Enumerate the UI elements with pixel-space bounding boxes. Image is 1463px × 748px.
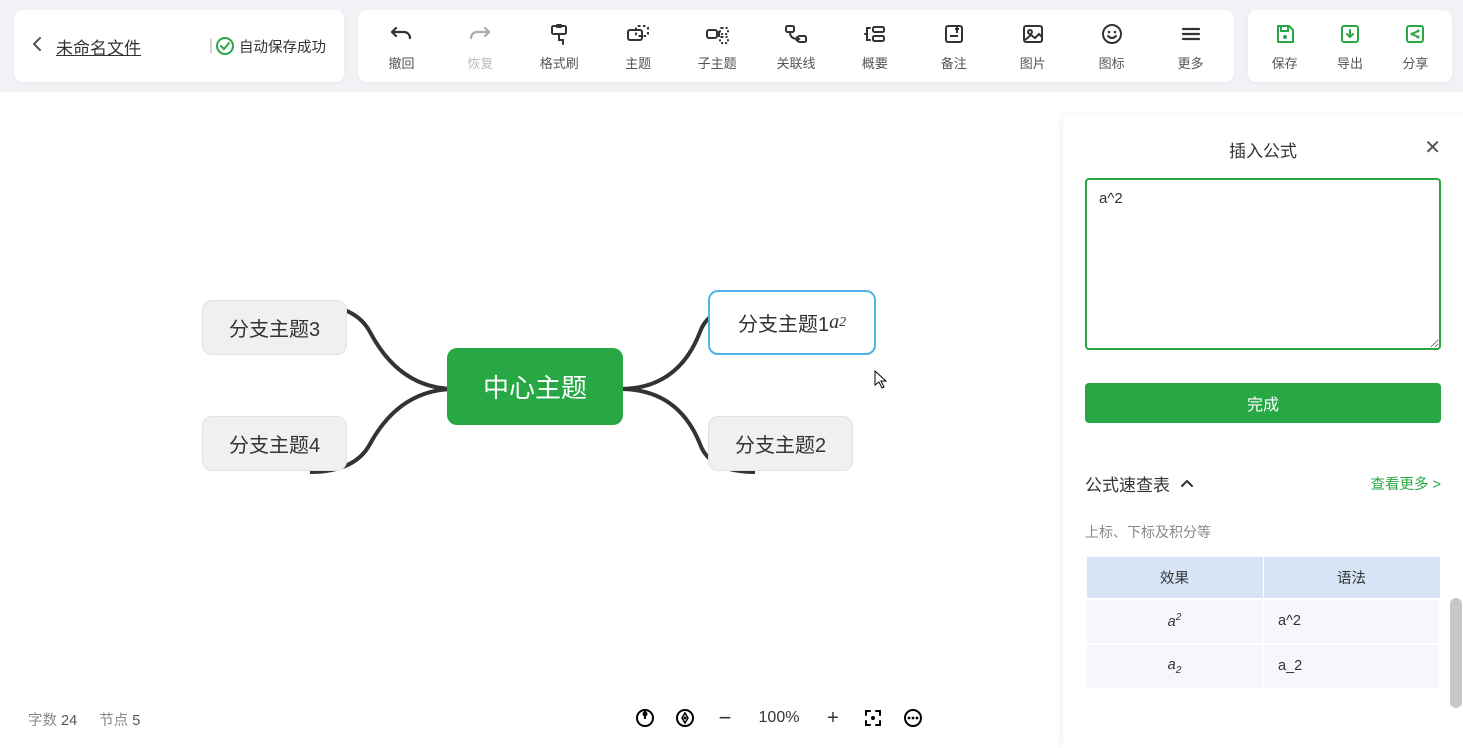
redo-icon	[467, 21, 493, 47]
reference-toggle[interactable]	[1180, 476, 1194, 492]
topic-button[interactable]: 主题	[604, 16, 672, 76]
autosave-label: 自动保存成功	[239, 36, 326, 57]
more-options-button[interactable]	[902, 707, 924, 729]
panel-title: 插入公式	[1229, 142, 1297, 161]
subtopic-icon	[704, 21, 730, 47]
undo-button[interactable]: 撤回	[367, 16, 435, 76]
summary-button[interactable]: 概要	[841, 16, 909, 76]
branch1-label: 分支主题1	[738, 308, 829, 337]
note-icon	[941, 21, 967, 47]
format-label: 格式刷	[540, 53, 579, 72]
reference-effect: a2	[1086, 599, 1263, 644]
format-button[interactable]: 格式刷	[525, 16, 593, 76]
center-topic-label: 中心主题	[483, 368, 587, 405]
redo-button: 恢复	[446, 16, 514, 76]
format-icon	[546, 21, 572, 47]
relation-button[interactable]: 关联线	[762, 16, 830, 76]
autosave-indicator: | 自动保存成功	[209, 36, 326, 57]
words-value: 24	[61, 713, 77, 729]
subtopic-button[interactable]: 子主题	[683, 16, 751, 76]
relation-label: 关联线	[776, 53, 815, 72]
branch1-formula-base: a	[829, 311, 839, 334]
formula-reference-table: 效果 语法 a2a^2a2a_2	[1085, 556, 1441, 688]
reference-row[interactable]: a2a^2	[1086, 599, 1440, 644]
col-syntax-header: 语法	[1263, 557, 1440, 600]
footer-stats: 字数 24 节点 5	[28, 709, 140, 730]
filename[interactable]: 未命名文件	[56, 34, 141, 59]
formula-reference-title: 公式速查表	[1085, 471, 1170, 496]
nodes-label: 节点	[99, 713, 128, 729]
icon-label: 图标	[1099, 53, 1125, 72]
branch4-node[interactable]: 分支主题4	[202, 416, 347, 471]
more-button[interactable]: 更多	[1157, 16, 1225, 76]
branch1-node[interactable]: 分支主题1a2	[708, 290, 876, 355]
reference-more-link[interactable]: 查看更多 >	[1371, 473, 1442, 494]
reference-effect: a2	[1086, 644, 1263, 688]
export-icon	[1337, 21, 1363, 47]
image-label: 图片	[1020, 53, 1046, 72]
col-effect-header: 效果	[1086, 557, 1263, 600]
icon-icon	[1099, 21, 1125, 47]
back-button[interactable]	[32, 36, 42, 57]
formula-panel: 插入公式 ✕ 完成 公式速查表 查看更多 > 上标、下标及积分等 效果 语法 a…	[1063, 115, 1463, 748]
more-icon	[1178, 21, 1204, 47]
icon-button[interactable]: 图标	[1078, 16, 1146, 76]
share-button[interactable]: 分享	[1383, 16, 1448, 76]
branch1-formula-sup: 2	[839, 315, 846, 331]
summary-label: 概要	[862, 53, 888, 72]
mouse-cursor-icon	[874, 370, 888, 390]
save-button[interactable]: 保存	[1252, 16, 1317, 76]
image-icon	[1020, 21, 1046, 47]
check-circle-icon	[215, 36, 235, 56]
zoom-level[interactable]: 100%	[754, 709, 804, 727]
summary-icon	[862, 21, 888, 47]
note-label: 备注	[941, 53, 967, 72]
relation-icon	[783, 21, 809, 47]
image-button[interactable]: 图片	[999, 16, 1067, 76]
redo-label: 恢复	[467, 53, 493, 72]
branch2-label: 分支主题2	[735, 429, 826, 458]
undo-icon	[388, 21, 414, 47]
branch2-node[interactable]: 分支主题2	[708, 416, 853, 471]
share-label: 分享	[1402, 53, 1428, 72]
panel-scrollbar[interactable]	[1450, 598, 1462, 708]
reference-subtitle: 上标、下标及积分等	[1085, 522, 1441, 542]
export-button[interactable]: 导出	[1317, 16, 1382, 76]
undo-label: 撤回	[388, 53, 414, 72]
formula-done-button[interactable]: 完成	[1085, 383, 1441, 423]
export-label: 导出	[1337, 53, 1363, 72]
save-icon	[1272, 21, 1298, 47]
compass-button[interactable]	[674, 707, 696, 729]
reference-syntax: a_2	[1263, 644, 1440, 688]
note-button[interactable]: 备注	[920, 16, 988, 76]
center-topic-node[interactable]: 中心主题	[447, 348, 623, 425]
branch3-label: 分支主题3	[229, 313, 320, 342]
fit-screen-button[interactable]	[862, 707, 884, 729]
zoom-in-button[interactable]: +	[822, 707, 844, 729]
words-label: 字数	[28, 713, 57, 729]
panel-close-button[interactable]: ✕	[1424, 135, 1441, 160]
zoom-out-button[interactable]: −	[714, 707, 736, 729]
share-icon	[1402, 21, 1428, 47]
more-label: 更多	[1178, 53, 1204, 72]
topic-label: 主题	[625, 53, 651, 72]
subtopic-label: 子主题	[698, 53, 737, 72]
branch4-label: 分支主题4	[229, 429, 320, 458]
nodes-value: 5	[132, 713, 140, 729]
formula-input[interactable]	[1085, 178, 1441, 350]
mouse-mode-button[interactable]	[634, 707, 656, 729]
save-label: 保存	[1272, 53, 1298, 72]
branch3-node[interactable]: 分支主题3	[202, 300, 347, 355]
reference-row[interactable]: a2a_2	[1086, 644, 1440, 688]
reference-syntax: a^2	[1263, 599, 1440, 644]
topic-icon	[625, 21, 651, 47]
